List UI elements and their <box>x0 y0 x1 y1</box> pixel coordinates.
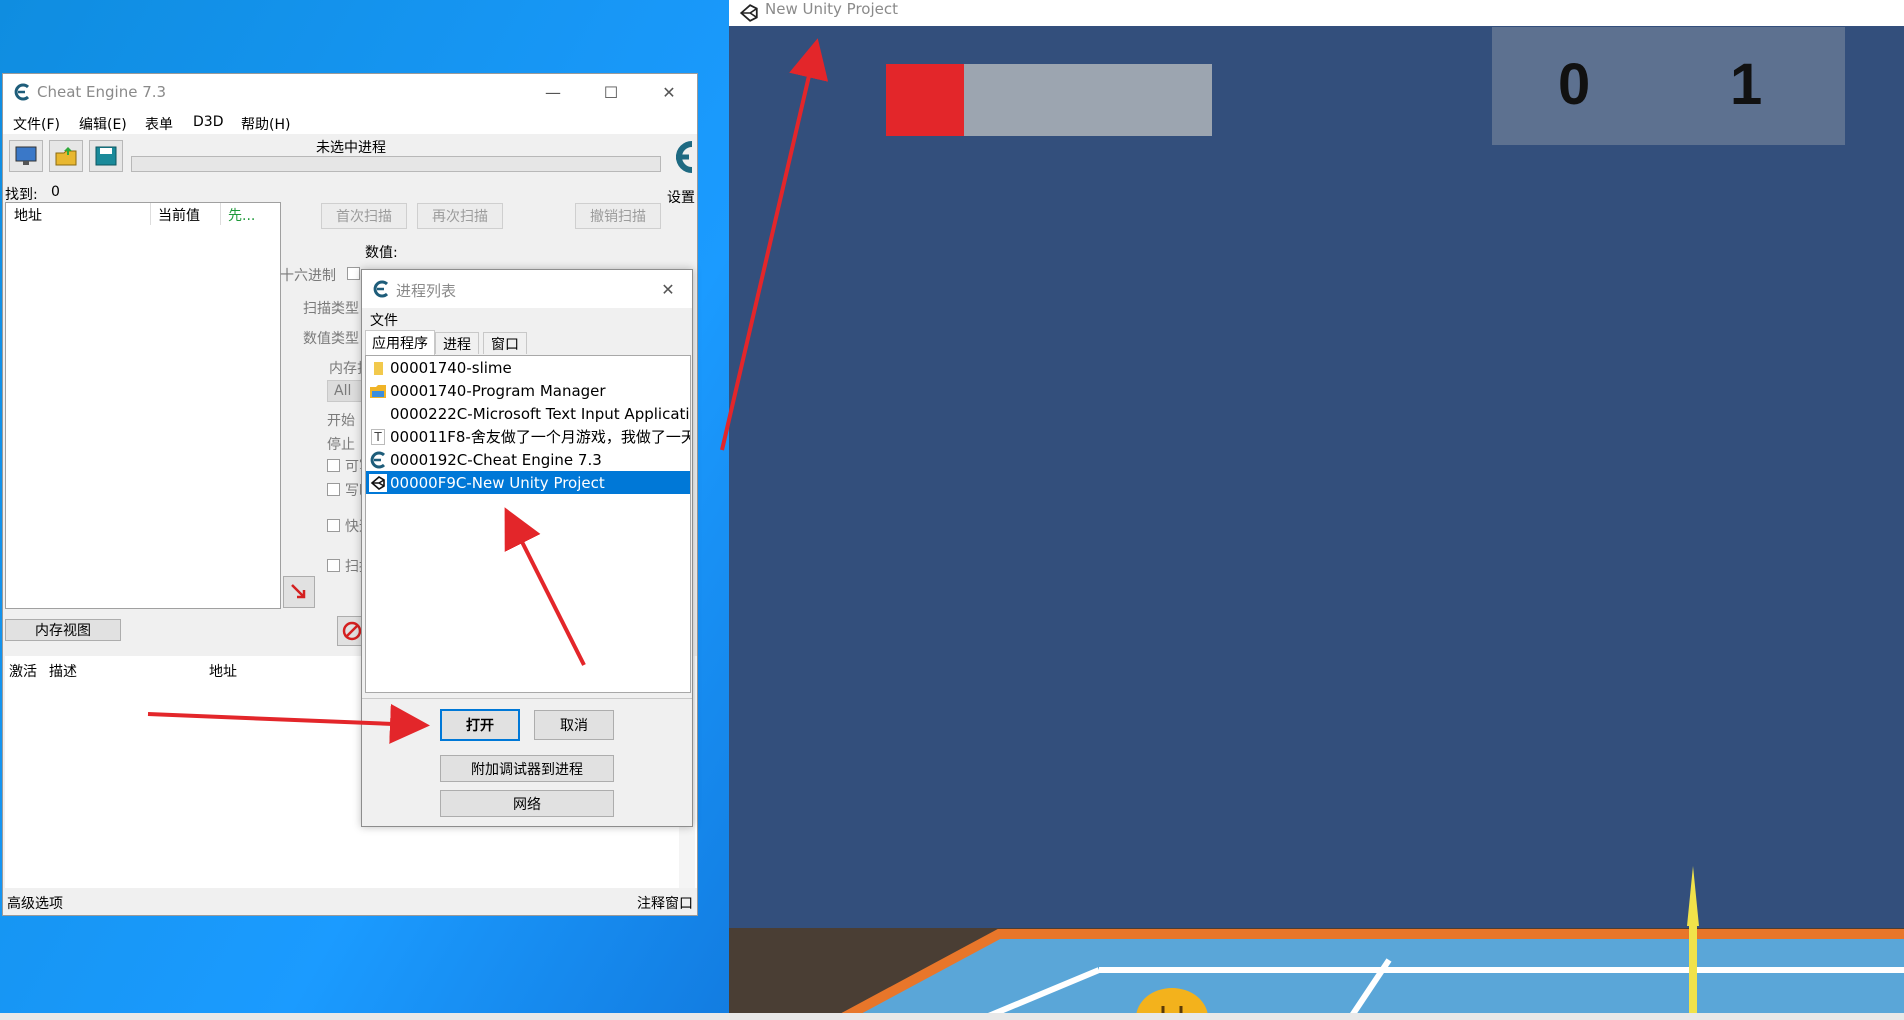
scoreboard: 0 1 <box>1492 27 1845 145</box>
comments-window[interactable]: 注释窗口 <box>637 893 693 913</box>
cancel-button[interactable]: 取消 <box>534 710 614 740</box>
blank-icon <box>366 402 390 425</box>
process-label: 000011F8-舍友做了一个月游戏，我做了一天 <box>390 428 690 446</box>
header-divider <box>150 203 151 225</box>
found-label: 找到: <box>5 187 38 203</box>
stop-icon <box>342 621 362 641</box>
unity-logo-icon <box>739 4 758 22</box>
close-button[interactable]: ✕ <box>640 74 698 110</box>
process-label: 00000F9C-New Unity Project <box>390 473 605 492</box>
header-previous[interactable]: 先... <box>228 205 255 225</box>
open-button[interactable]: 打开 <box>440 709 520 741</box>
dialog-close-button[interactable]: ✕ <box>644 270 692 308</box>
list-item[interactable]: T 000011F8-舍友做了一个月游戏，我做了一天 <box>366 425 690 448</box>
dialog-menu-file[interactable]: 文件 <box>370 310 398 330</box>
score-left: 0 <box>1558 52 1591 117</box>
fast-scan-checkbox[interactable] <box>327 519 340 532</box>
health-bar-fill <box>886 64 965 136</box>
found-count: 0 <box>51 184 60 200</box>
arrow-down-right-icon <box>291 584 306 599</box>
memory-view-button[interactable]: 内存视图 <box>5 619 121 641</box>
process-label: 0000222C-Microsoft Text Input Applicati <box>390 404 690 423</box>
menu-table[interactable]: 表单 <box>145 114 173 134</box>
menu-help[interactable]: 帮助(H) <box>241 114 290 134</box>
list-item[interactable]: 00001740-slime <box>366 356 690 379</box>
ce-titlebar[interactable]: Cheat Engine 7.3 — ☐ ✕ <box>3 74 697 110</box>
maximize-button[interactable]: ☐ <box>582 74 640 110</box>
score-right: 1 <box>1730 52 1763 117</box>
header-divider <box>220 203 221 225</box>
scan-progress-bar <box>131 156 661 172</box>
minimize-button[interactable]: — <box>524 74 582 110</box>
menu-d3d[interactable]: D3D <box>193 114 223 130</box>
memory-region-value: All <box>334 383 352 399</box>
header-current-value[interactable]: 当前值 <box>158 205 200 225</box>
process-list[interactable]: 00001740-slime 00001740-Program Manager … <box>365 355 691 693</box>
health-bar <box>886 64 1212 136</box>
tab-applications[interactable]: 应用程序 <box>365 330 435 355</box>
hex-checkbox[interactable] <box>347 267 360 280</box>
header-active[interactable]: 激活 <box>9 661 37 681</box>
header-description[interactable]: 描述 <box>49 661 77 681</box>
game-arena-floor <box>729 920 1904 1020</box>
attach-debugger-button[interactable]: 附加调试器到进程 <box>440 755 614 782</box>
unity-titlebar[interactable]: New Unity Project <box>729 0 1904 26</box>
address-list[interactable]: 地址 当前值 先... <box>5 202 281 609</box>
ce-menubar: 文件(F) 编辑(E) 表单 D3D 帮助(H) <box>3 110 697 134</box>
explorer-icon <box>366 379 390 402</box>
process-label: 00001740-slime <box>390 358 512 377</box>
first-scan-button[interactable]: 首次扫描 <box>321 203 407 229</box>
unity-icon <box>366 471 390 494</box>
hex-label: 十六进制 <box>280 268 336 284</box>
writable-checkbox[interactable] <box>327 459 340 472</box>
taskbar <box>0 1013 1904 1020</box>
list-item[interactable]: 0000222C-Microsoft Text Input Applicati <box>366 402 690 425</box>
divider <box>362 698 692 699</box>
network-button[interactable]: 网络 <box>440 790 614 817</box>
next-scan-button[interactable]: 再次扫描 <box>417 203 503 229</box>
list-item-selected[interactable]: 00000F9C-New Unity Project <box>366 471 690 494</box>
list-item[interactable]: 00001740-Program Manager <box>366 379 690 402</box>
list-item[interactable]: 0000192C-Cheat Engine 7.3 <box>366 448 690 471</box>
dialog-titlebar[interactable]: 进程列表 ✕ <box>362 270 692 308</box>
process-label: 0000192C-Cheat Engine 7.3 <box>390 450 602 469</box>
copy-on-write-checkbox[interactable] <box>327 483 340 496</box>
pause-checkbox[interactable] <box>327 559 340 572</box>
header-address[interactable]: 地址 <box>209 661 237 681</box>
value-type-label: 数值类型 <box>303 331 359 347</box>
add-address-button[interactable] <box>283 576 315 608</box>
unity-window-title: New Unity Project <box>765 0 898 18</box>
settings-label[interactable]: 设置 <box>667 187 695 207</box>
advanced-options[interactable]: 高级选项 <box>7 893 63 913</box>
stop-label: 停止 <box>327 437 355 453</box>
start-label: 开始 <box>327 413 355 429</box>
process-list-dialog: 进程列表 ✕ 文件 应用程序 进程 窗口 00001740-slime 0000… <box>361 269 693 827</box>
cheat-engine-icon <box>366 448 390 471</box>
folder-icon <box>366 356 390 379</box>
tab-windows[interactable]: 窗口 <box>483 332 527 354</box>
ce-window-title: Cheat Engine 7.3 <box>37 83 167 101</box>
value-label: 数值: <box>365 245 398 261</box>
menu-edit[interactable]: 编辑(E) <box>79 114 127 134</box>
unity-game-window: New Unity Project 0 1 <box>729 0 1904 1020</box>
process-label: 未选中进程 <box>316 140 386 156</box>
scan-type-label: 扫描类型 <box>303 301 359 317</box>
cheat-engine-logo-icon <box>676 141 693 173</box>
header-address[interactable]: 地址 <box>14 205 42 225</box>
process-label: 00001740-Program Manager <box>390 381 606 400</box>
spike-sprite <box>1687 866 1699 926</box>
dialog-title: 进程列表 <box>396 282 457 300</box>
cheat-engine-logo-icon <box>373 280 389 298</box>
tab-processes[interactable]: 进程 <box>435 332 479 354</box>
menu-file[interactable]: 文件(F) <box>13 114 60 134</box>
text-icon: T <box>366 425 390 448</box>
cheat-engine-logo-icon <box>14 83 30 101</box>
undo-scan-button[interactable]: 撤销扫描 <box>575 203 661 229</box>
